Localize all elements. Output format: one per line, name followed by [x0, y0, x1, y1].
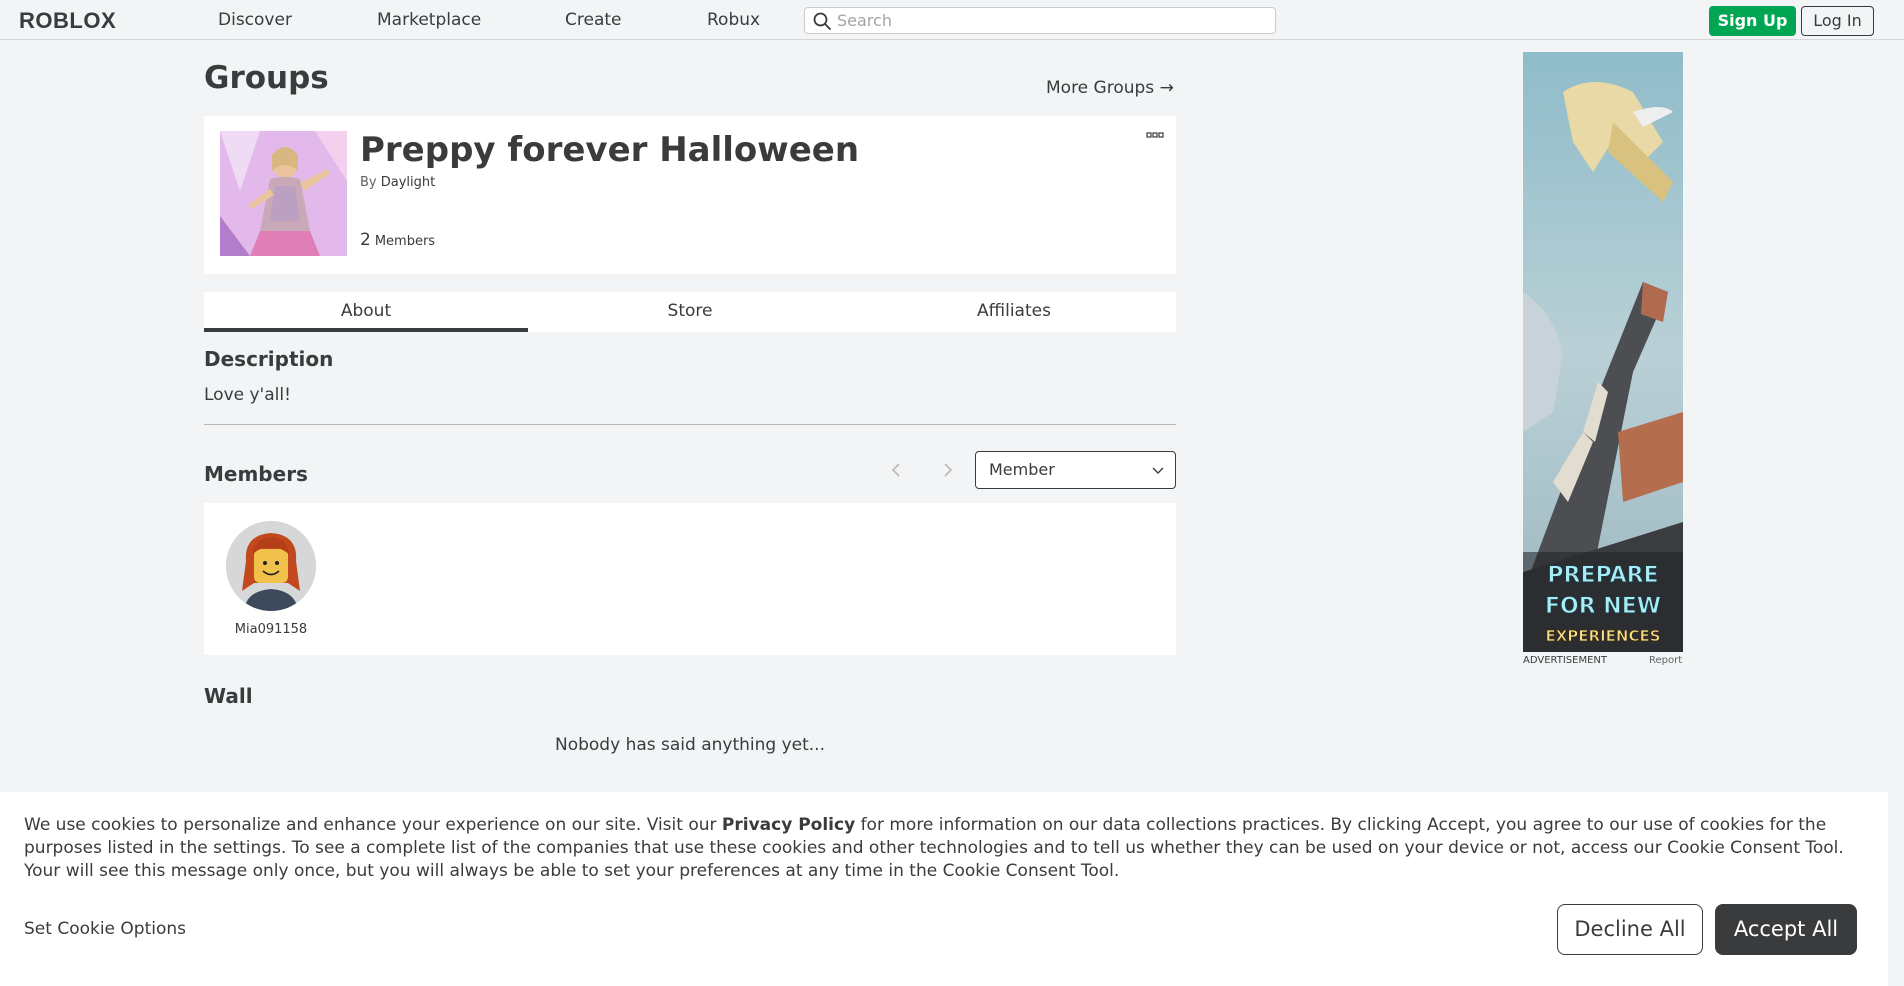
search-icon[interactable]	[812, 11, 832, 31]
role-dropdown[interactable]: Member	[975, 451, 1176, 489]
chevron-left-icon[interactable]	[886, 460, 906, 480]
group-member-count: 2 Members	[360, 230, 435, 250]
section-divider	[204, 424, 1176, 425]
accept-all-button[interactable]: Accept All	[1715, 904, 1857, 955]
group-owner-link[interactable]: Daylight	[381, 175, 435, 190]
more-groups-link[interactable]: More Groups →	[1046, 78, 1174, 98]
ad-report-link[interactable]: Report	[1649, 655, 1682, 666]
ad-line-1: PREPARE	[1547, 563, 1658, 588]
owner-prefix: By	[360, 175, 377, 190]
ad-line-3: EXPERIENCES	[1545, 627, 1660, 645]
nav-marketplace[interactable]: Marketplace	[377, 0, 481, 40]
member-count-value: 2	[360, 230, 371, 250]
search-box	[804, 7, 1276, 34]
page-title: Groups	[204, 60, 329, 96]
nav-discover[interactable]: Discover	[218, 0, 292, 40]
cookie-text-before: We use cookies to personalize and enhanc…	[24, 815, 722, 835]
top-navigation-bar: ROBLOX Discover Marketplace Create Robux…	[0, 0, 1904, 40]
cookie-consent-banner: We use cookies to personalize and enhanc…	[0, 792, 1888, 986]
set-cookie-options-button[interactable]: Set Cookie Options	[24, 919, 186, 939]
group-thumbnail	[220, 131, 347, 256]
wall-empty-message: Nobody has said anything yet...	[555, 735, 825, 755]
members-heading: Members	[204, 462, 308, 486]
roblox-logo-mark: ROBLOX	[19, 8, 116, 32]
cookie-message: We use cookies to personalize and enhanc…	[24, 814, 1869, 883]
ad-label: ADVERTISEMENT	[1523, 655, 1608, 666]
group-name: Preppy forever Halloween	[360, 130, 860, 170]
avatar	[226, 521, 316, 611]
role-dropdown-value: Member	[989, 460, 1055, 479]
description-heading: Description	[204, 347, 334, 371]
ad-line-2: FOR NEW	[1545, 594, 1661, 619]
wall-heading: Wall	[204, 684, 253, 708]
tab-about[interactable]: About	[204, 292, 528, 332]
page-scrollbar[interactable]	[1888, 40, 1904, 986]
group-owner-line: By Daylight	[360, 175, 435, 190]
search-input[interactable]	[837, 8, 1267, 33]
avatar-image	[226, 521, 316, 611]
log-in-button[interactable]: Log In	[1801, 6, 1874, 36]
sign-up-button[interactable]: Sign Up	[1709, 6, 1796, 36]
member-card[interactable]: Mia091158	[226, 521, 316, 637]
tab-store[interactable]: Store	[528, 292, 852, 332]
group-emblem-image	[220, 131, 347, 256]
advertisement-banner[interactable]: PREPARE FOR NEW EXPERIENCES	[1523, 52, 1683, 652]
member-count-label: Members	[374, 234, 436, 249]
tab-affiliates[interactable]: Affiliates	[852, 292, 1176, 332]
members-list: Mia091158	[204, 503, 1176, 655]
nav-robux[interactable]: Robux	[707, 0, 760, 40]
group-header-card: Preppy forever Halloween By Daylight 2 Me…	[204, 116, 1176, 274]
decline-all-button[interactable]: Decline All	[1557, 904, 1703, 955]
chevron-right-icon[interactable]	[938, 460, 958, 480]
group-tabs: About Store Affiliates	[204, 292, 1176, 332]
member-username: Mia091158	[234, 622, 308, 637]
more-options-icon[interactable]	[1146, 131, 1164, 141]
advertisement-image: PREPARE FOR NEW EXPERIENCES	[1523, 52, 1683, 652]
nav-create[interactable]: Create	[565, 0, 622, 40]
roblox-logo[interactable]: ROBLOX	[19, 4, 139, 36]
privacy-policy-link[interactable]: Privacy Policy	[722, 815, 855, 835]
chevron-down-icon	[1152, 467, 1164, 474]
roblox-logo-text: ROBLOX	[19, 8, 116, 32]
description-text: Love y'all!	[204, 385, 291, 405]
